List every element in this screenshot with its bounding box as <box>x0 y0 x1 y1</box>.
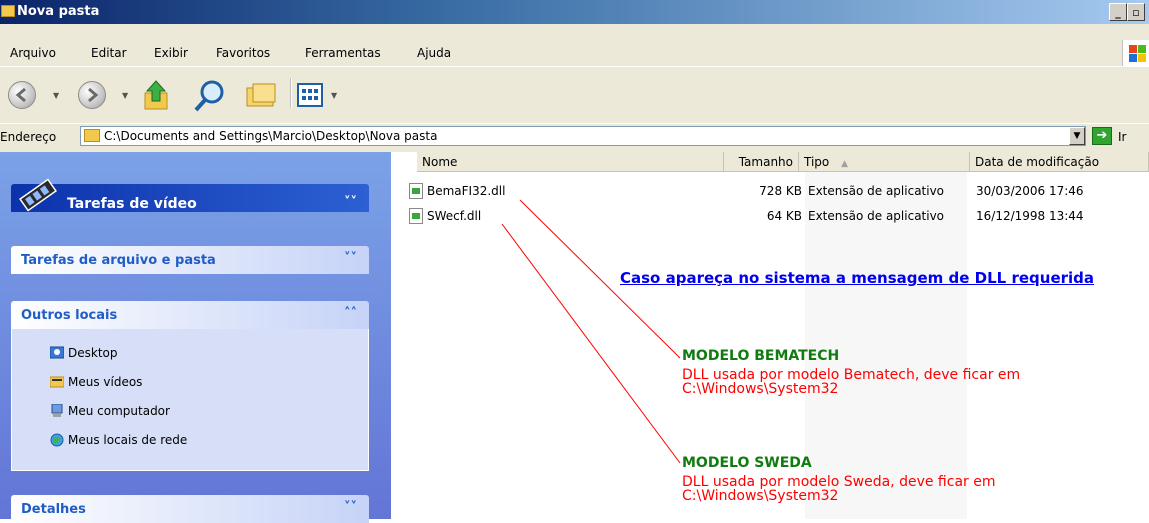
bematech-line1: DLL usada por modelo Bematech, deve fica… <box>682 367 1021 383</box>
sweda-line2: C:\Windows\System32 <box>682 488 839 504</box>
pointer-line-sweda <box>501 223 681 464</box>
annotation-lines <box>501 199 681 464</box>
bematech-line2: C:\Windows\System32 <box>682 381 839 397</box>
sweda-line1: DLL usada por modelo Sweda, deve ficar e… <box>682 474 996 490</box>
sweda-title: MODELO SWEDA <box>682 455 812 471</box>
headline-link[interactable]: Caso apareça no sistema a mensagem de DL… <box>620 269 1094 287</box>
bematech-title: MODELO BEMATECH <box>682 348 840 364</box>
